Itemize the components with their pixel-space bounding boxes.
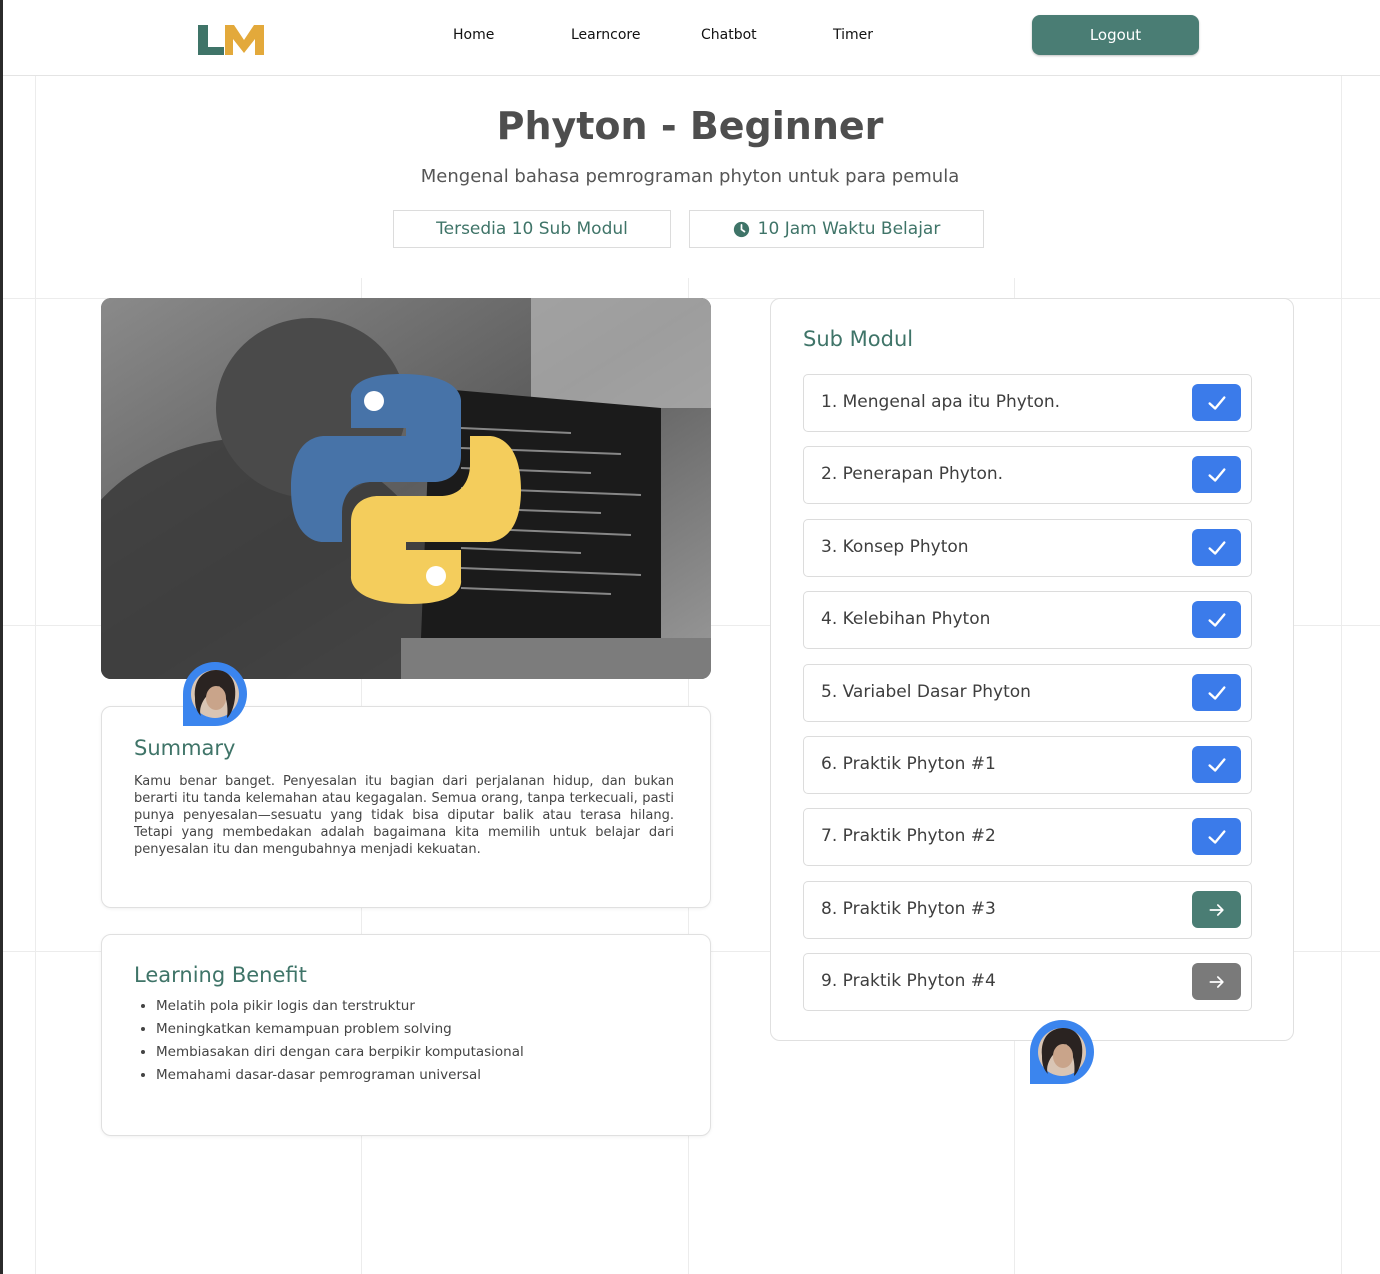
sub-modul-item[interactable]: 8. Praktik Phyton #3	[803, 881, 1252, 939]
sub-modul-heading: Sub Modul	[803, 327, 914, 351]
benefit-list: Melatih pola pikir logis dan terstruktur…	[134, 995, 524, 1087]
check-icon	[1206, 392, 1228, 414]
completed-checkbox[interactable]	[1192, 818, 1241, 855]
arrow-right-icon	[1207, 900, 1227, 920]
sub-modul-item[interactable]: 6. Praktik Phyton #1	[803, 736, 1252, 794]
completed-checkbox[interactable]	[1192, 746, 1241, 783]
page-subtitle: Mengenal bahasa pemrograman phyton untuk…	[420, 166, 960, 187]
sub-modul-item-label: 6. Praktik Phyton #1	[821, 754, 996, 774]
completed-checkbox[interactable]	[1192, 674, 1241, 711]
logout-button[interactable]: Logout	[1032, 15, 1199, 55]
sub-modul-item-label: 8. Praktik Phyton #3	[821, 899, 996, 919]
arrow-right-icon	[1207, 972, 1227, 992]
hero-illustration	[101, 298, 711, 679]
sub-modul-item[interactable]: 5. Variabel Dasar Phyton	[803, 664, 1252, 722]
grid-line	[35, 76, 36, 1274]
sub-modul-item[interactable]: 1. Mengenal apa itu Phyton.	[803, 374, 1252, 432]
completed-checkbox[interactable]	[1192, 384, 1241, 421]
check-icon	[1206, 609, 1228, 631]
study-time-badge: 10 Jam Waktu Belajar	[689, 210, 984, 248]
check-icon	[1206, 682, 1228, 704]
sub-modul-item-label: 2. Penerapan Phyton.	[821, 464, 1004, 484]
sub-modul-item[interactable]: 7. Praktik Phyton #2	[803, 808, 1252, 866]
learning-benefit-card: Learning Benefit Melatih pola pikir logi…	[101, 934, 711, 1136]
sub-modul-item[interactable]: 3. Konsep Phyton	[803, 519, 1252, 577]
grid-line	[1341, 76, 1342, 1274]
check-icon	[1206, 464, 1228, 486]
nav-learncore-link[interactable]: Learncore	[571, 27, 640, 43]
sub-modul-item-label: 4. Kelebihan Phyton	[821, 609, 991, 629]
course-hero-image	[101, 298, 711, 679]
locked-next-button[interactable]	[1192, 963, 1241, 1000]
sub-modul-item-label: 7. Praktik Phyton #2	[821, 826, 996, 846]
learning-benefit-heading: Learning Benefit	[134, 963, 307, 987]
sub-modul-item[interactable]: 9. Praktik Phyton #4	[803, 953, 1252, 1011]
sub-modul-item[interactable]: 4. Kelebihan Phyton	[803, 591, 1252, 649]
assistant-avatar-icon[interactable]	[1030, 1020, 1094, 1084]
benefit-item: Melatih pola pikir logis dan terstruktur	[156, 995, 524, 1018]
logo[interactable]	[198, 23, 268, 57]
check-icon	[1206, 537, 1228, 559]
sub-modul-item-label: 9. Praktik Phyton #4	[821, 971, 996, 991]
completed-checkbox[interactable]	[1192, 601, 1241, 638]
benefit-item: Membiasakan diri dengan cara berpikir ko…	[156, 1041, 524, 1064]
summary-text: Kamu benar banget. Penyesalan itu bagian…	[134, 774, 674, 857]
sub-modul-item-label: 1. Mengenal apa itu Phyton.	[821, 392, 1061, 412]
summary-heading: Summary	[134, 736, 236, 760]
modules-count-badge: Tersedia 10 Sub Modul	[393, 210, 671, 248]
continue-button[interactable]	[1192, 891, 1241, 928]
window-edge	[0, 0, 3, 1274]
sub-modul-item-label: 3. Konsep Phyton	[821, 537, 969, 557]
summary-card: Summary Kamu benar banget. Penyesalan it…	[101, 706, 711, 908]
completed-checkbox[interactable]	[1192, 456, 1241, 493]
modules-count-label: Tersedia 10 Sub Modul	[436, 219, 628, 239]
top-navbar: Home Learncore Chatbot Timer Logout	[3, 0, 1380, 76]
check-icon	[1206, 754, 1228, 776]
nav-chatbot-link[interactable]: Chatbot	[701, 27, 757, 43]
nav-home-link[interactable]: Home	[453, 27, 494, 43]
assistant-avatar-icon[interactable]	[183, 662, 247, 726]
completed-checkbox[interactable]	[1192, 529, 1241, 566]
page-title: Phyton - Beginner	[496, 104, 884, 148]
check-icon	[1206, 826, 1228, 848]
nav-timer-link[interactable]: Timer	[833, 27, 873, 43]
sub-modul-item-label: 5. Variabel Dasar Phyton	[821, 682, 1031, 702]
sub-modul-card: Sub Modul 1. Mengenal apa itu Phyton. 2. …	[770, 298, 1294, 1041]
study-time-label: 10 Jam Waktu Belajar	[757, 219, 941, 239]
benefit-item: Memahami dasar-dasar pemrograman univers…	[156, 1064, 524, 1087]
benefit-item: Meningkatkan kemampuan problem solving	[156, 1018, 524, 1041]
clock-icon	[733, 221, 749, 237]
sub-modul-item[interactable]: 2. Penerapan Phyton.	[803, 446, 1252, 504]
